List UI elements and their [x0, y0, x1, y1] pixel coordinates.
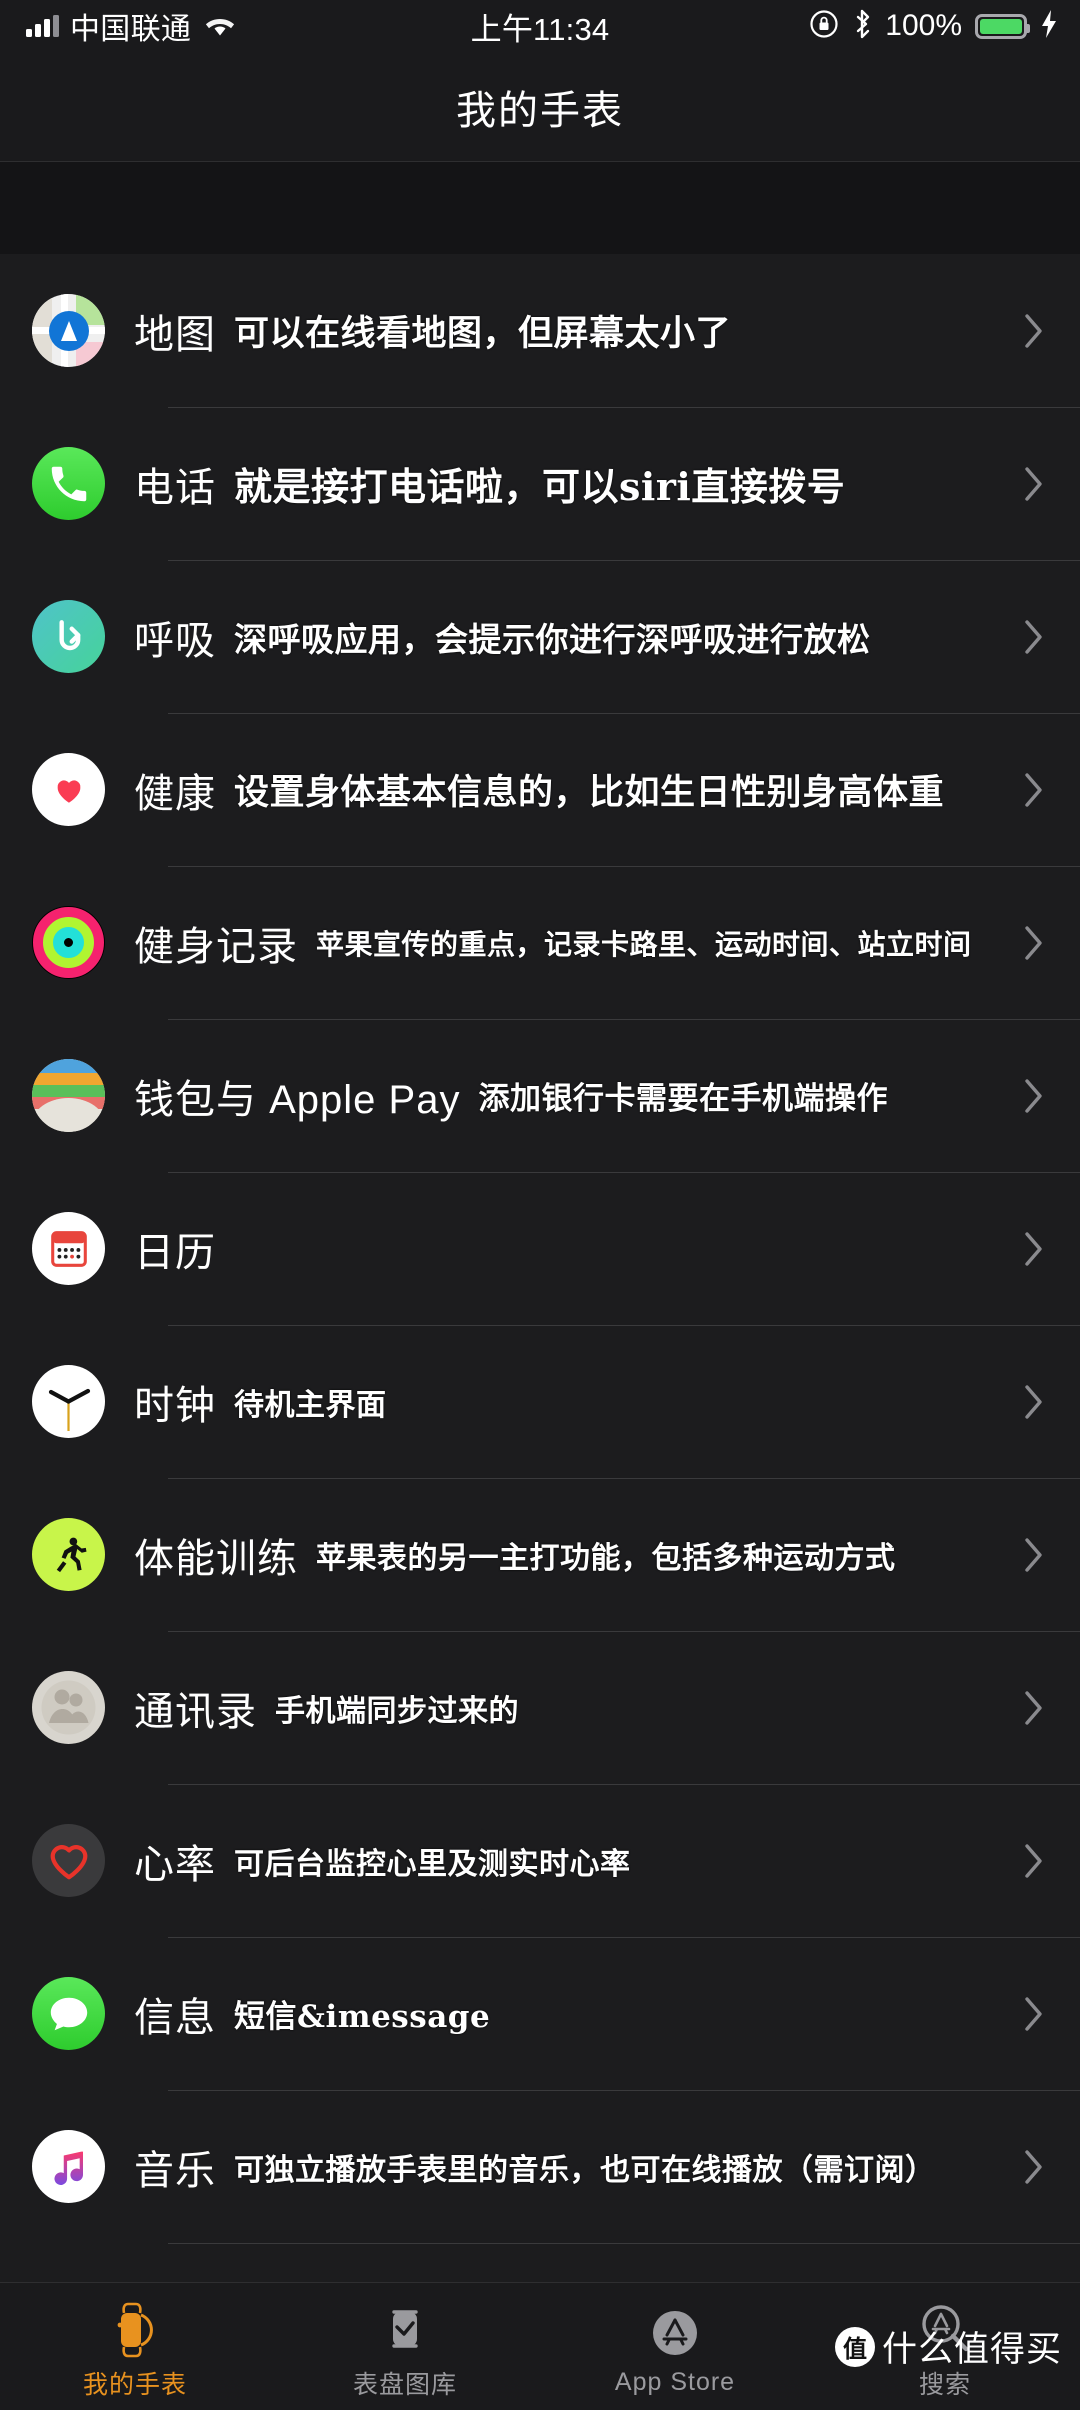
tab-watch-face-gallery[interactable]: 表盘图库: [270, 2283, 540, 2410]
list-item[interactable]: 健康 设置身体基本信息的，比如生日性别身高体重: [0, 713, 1080, 866]
tab-label: 表盘图库: [352, 2370, 457, 2399]
chevron-right-icon: [1024, 2149, 1044, 2185]
carrier-label: 中国联通: [70, 13, 192, 46]
workout-icon: [32, 1518, 105, 1591]
list-item-label: 电话: [134, 465, 216, 510]
health-icon: [32, 753, 105, 826]
list-item-annotation: 添加银行卡需要在手机端操作: [478, 1081, 888, 1117]
list-item-annotation: 手机端同步过来的: [275, 1693, 519, 1729]
list-item-label: 日历: [134, 1230, 216, 1275]
section-gap-top: [0, 162, 1080, 254]
chevron-right-icon: [1024, 1231, 1044, 1267]
list-item-label: 时钟: [134, 1383, 216, 1428]
list-item[interactable]: 心率 可后台监控心里及测实时心率: [0, 1784, 1080, 1937]
status-bar: 中国联通 上午11:34 100%: [0, 0, 1080, 52]
phone-icon: [32, 447, 105, 520]
chevron-right-icon: [1024, 313, 1044, 349]
list-item[interactable]: 日历: [0, 1172, 1080, 1325]
lightning-bolt-icon: [1040, 9, 1058, 44]
signal-bars-icon: [26, 15, 59, 37]
list-item-label: 信息: [134, 1995, 216, 2040]
tab-app-store[interactable]: App Store: [540, 2283, 810, 2410]
list-item[interactable]: 电话 就是接打电话啦，可以siri直接拨号: [0, 407, 1080, 560]
chevron-right-icon: [1024, 1843, 1044, 1879]
chevron-right-icon: [1024, 1996, 1044, 2032]
app-list-section-one: 地图 可以在线看地图，但屏幕太小了 电话 就是接打电话啦，可以siri直接拨号 呼吸 深呼…: [0, 254, 1080, 2410]
tab-label: 搜索: [918, 2370, 971, 2399]
clock-icon: [32, 1365, 105, 1438]
list-item[interactable]: 通讯录 手机端同步过来的: [0, 1631, 1080, 1784]
clock-time: 上午11:34: [470, 11, 610, 47]
list-item-label: 体能训练: [134, 1536, 298, 1581]
list-item-annotation: 可独立播放手表里的音乐，也可在线播放（需订阅）: [234, 2152, 936, 2188]
breathe-icon: [32, 600, 105, 673]
list-item-annotation: 深呼吸应用，会提示你进行深呼吸进行放松: [234, 619, 871, 659]
chevron-right-icon: [1024, 1690, 1044, 1726]
status-bar-right: 100%: [809, 0, 1058, 52]
watch-icon: [110, 2301, 160, 2359]
list-item-label: 通讯录: [134, 1689, 257, 1734]
chevron-right-icon: [1024, 1078, 1044, 1114]
chevron-right-icon: [1024, 619, 1044, 655]
maps-icon: [32, 294, 105, 367]
list-item-annotation: 设置身体基本信息的，比如生日性别身高体重: [234, 772, 945, 813]
calendar-icon: [32, 1212, 105, 1285]
chevron-right-icon: [1024, 925, 1044, 961]
tab-label: 我的手表: [82, 2370, 187, 2399]
list-item[interactable]: 信息 短信&imessage: [0, 1937, 1080, 2090]
list-item-label: 音乐: [134, 2148, 216, 2193]
tab-bar: 我的手表 表盘图库 App Store 搜索: [0, 2282, 1080, 2410]
list-item[interactable]: 音乐 可独立播放手表里的音乐，也可在线播放（需订阅）: [0, 2090, 1080, 2243]
list-item[interactable]: 健身记录 苹果宣传的重点，记录卡路里、运动时间、站立时间: [0, 866, 1080, 1019]
status-bar-left: 中国联通: [26, 4, 238, 48]
chevron-right-icon: [1024, 1537, 1044, 1573]
list-item[interactable]: 地图 可以在线看地图，但屏幕太小了: [0, 254, 1080, 407]
list-item-label: 健身记录: [134, 924, 298, 969]
bluetooth-icon: [852, 9, 872, 44]
search-app-store-icon: [917, 2301, 973, 2359]
app-store-icon: [648, 2304, 702, 2362]
list-item[interactable]: 呼吸 深呼吸应用，会提示你进行深呼吸进行放松: [0, 560, 1080, 713]
list-item-label: 钱包与 Apple Pay: [134, 1077, 461, 1122]
list-item-label: 心率: [134, 1842, 216, 1887]
list-item-annotation: 可后台监控心里及测实时心率: [234, 1846, 631, 1882]
contacts-icon: [32, 1671, 105, 1744]
music-icon: [32, 2130, 105, 2203]
tab-watch[interactable]: 我的手表: [0, 2283, 270, 2410]
chevron-right-icon: [1024, 772, 1044, 808]
list-item-label: 健康: [134, 771, 216, 816]
nav-bar: 我的手表: [0, 52, 1080, 162]
list-item[interactable]: 体能训练 苹果表的另一主打功能，包括多种运动方式: [0, 1478, 1080, 1631]
list-item-label: 呼吸: [134, 618, 216, 663]
chevron-right-icon: [1024, 1384, 1044, 1420]
heart-rate-icon: [32, 1824, 105, 1897]
wallet-icon: [32, 1059, 105, 1132]
rotation-lock-icon: [809, 9, 839, 44]
chevron-right-icon: [1024, 466, 1044, 502]
tab-search-app-store[interactable]: 搜索: [810, 2283, 1080, 2410]
list-item-annotation: 短信&imessage: [234, 1999, 491, 2035]
list-item-annotation: 苹果表的另一主打功能，包括多种运动方式: [316, 1540, 896, 1576]
list-item-annotation: 苹果宣传的重点，记录卡路里、运动时间、站立时间: [316, 927, 972, 961]
tab-label: App Store: [614, 2368, 736, 2396]
watch-app-screen: 中国联通 上午11:34 100% 我的手表 地图 可以在线看地图，但屏幕太小了…: [0, 0, 1080, 2410]
list-item-annotation: 就是接打电话啦，可以siri直接拨号: [234, 464, 846, 509]
page-title: 我的手表: [456, 88, 624, 133]
list-item[interactable]: 钱包与 Apple Pay 添加银行卡需要在手机端操作: [0, 1019, 1080, 1172]
wifi-icon: [202, 11, 238, 42]
battery-percent-label: 100%: [885, 9, 962, 42]
watch-face-gallery-icon: [380, 2301, 430, 2359]
list-item-annotation: 可以在线看地图，但屏幕太小了: [234, 313, 732, 354]
list-item-label: 地图: [134, 312, 216, 357]
list-item[interactable]: 时钟 待机主界面: [0, 1325, 1080, 1478]
activity-rings-icon: [32, 906, 105, 979]
battery-icon: [975, 13, 1030, 39]
messages-icon: [32, 1977, 105, 2050]
list-item-annotation: 待机主界面: [234, 1387, 387, 1423]
